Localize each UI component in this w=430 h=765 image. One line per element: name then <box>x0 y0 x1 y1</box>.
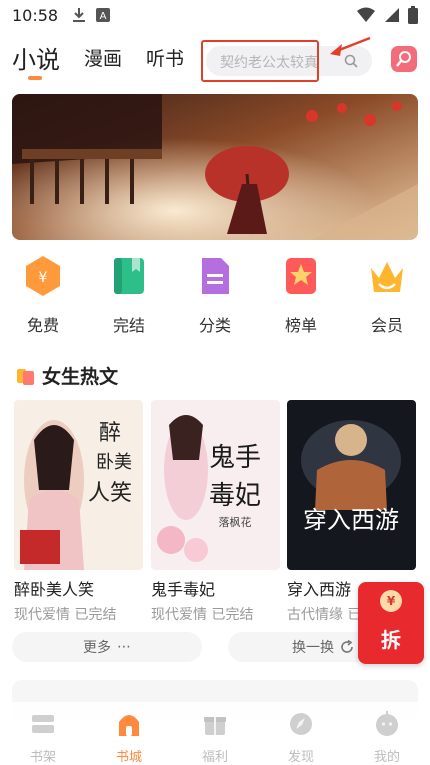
annotation-arrow-icon <box>330 36 371 56</box>
category-vip-label: 会员 <box>370 316 403 335</box>
cover-author: 落枫花 <box>219 515 252 529</box>
book-meta: 现代爱情 已完结 <box>14 607 117 623</box>
svg-text:卧美: 卧美 <box>96 452 132 473</box>
nav-mine[interactable]: 我的 <box>357 710 417 765</box>
promo-banner[interactable] <box>12 94 418 240</box>
refresh-label: 换一换 <box>292 640 334 656</box>
tab-audiobook[interactable]: 听书 <box>146 44 184 71</box>
coin-icon: ¥ <box>380 590 402 612</box>
svg-text:鬼手: 鬼手 <box>209 443 261 473</box>
nav-bookstore[interactable]: 书城 <box>99 710 159 765</box>
profile-icon <box>376 711 398 736</box>
document-icon <box>202 258 229 294</box>
download-icon <box>73 8 86 22</box>
svg-text:¥: ¥ <box>39 270 48 286</box>
gift-icon <box>204 717 226 735</box>
book-cover-art: 穿入西游 <box>287 400 416 570</box>
refresh-icon <box>341 640 353 653</box>
bookshelf-icon <box>32 715 54 733</box>
crown-icon <box>371 262 403 292</box>
nav-welfare-label: 福利 <box>201 750 228 765</box>
nav-bookshelf[interactable]: 书架 <box>13 710 73 765</box>
battery-icon <box>408 6 418 24</box>
more-ellipsis-icon: ⋯ <box>117 639 131 655</box>
book-card[interactable]: 鬼手 毒妃 落枫花 鬼手毒妃 现代爱情 已完结 <box>151 400 280 624</box>
status-time: 10:58 <box>12 5 59 25</box>
tab-comic[interactable]: 漫画 <box>84 44 122 71</box>
more-label: 更多 <box>83 640 111 656</box>
active-tab-indicator <box>28 76 42 80</box>
nav-discover[interactable]: 发现 <box>271 710 331 765</box>
svg-text:醉: 醉 <box>99 421 121 446</box>
nav-welfare[interactable]: 福利 <box>185 710 245 765</box>
category-ranking-label: 榜单 <box>284 316 317 335</box>
search-gift-icon <box>396 51 411 67</box>
bookstore-icon <box>119 715 139 736</box>
book-cover: 穿入西游 <box>287 400 416 570</box>
top-tab-bar: 小说 漫画 听书 契约老公太较真 <box>0 36 430 82</box>
svg-text:人笑: 人笑 <box>88 481 132 506</box>
section-title: 女生热文 <box>42 366 119 388</box>
category-free-label: 免费 <box>26 316 59 335</box>
category-classify[interactable]: 分类 <box>183 254 247 336</box>
book-title: 鬼手毒妃 <box>151 580 216 599</box>
category-free[interactable]: ¥ 免费 <box>11 254 75 336</box>
red-packet-label: 拆 <box>381 628 401 652</box>
app-notification-icon: A <box>96 8 111 22</box>
red-packet-button[interactable]: ¥ 拆 <box>358 582 424 664</box>
ranking-star-icon <box>286 258 316 294</box>
more-button[interactable]: 更多 ⋯ <box>12 632 202 662</box>
bottom-navigation: 书架 书城 福利 发现 我的 <box>0 702 430 765</box>
signal-icon <box>385 8 399 22</box>
annotation-highlight-box <box>201 40 319 82</box>
book-icon <box>114 258 144 294</box>
free-coin-icon: ¥ <box>26 256 60 296</box>
svg-text:A: A <box>100 11 107 22</box>
compass-icon <box>290 713 312 735</box>
category-classify-label: 分类 <box>198 316 231 335</box>
svg-text:毒妃: 毒妃 <box>209 481 261 511</box>
book-cover: 醉 卧美 人笑 <box>14 400 143 570</box>
category-vip[interactable]: 会员 <box>355 254 419 336</box>
book-cover-art: 醉 卧美 人笑 <box>14 400 143 570</box>
section-header: 女生热文 <box>16 362 118 389</box>
book-cover-art: 鬼手 毒妃 落枫花 <box>151 400 280 570</box>
svg-text:穿入西游: 穿入西游 <box>303 506 399 534</box>
book-cover: 鬼手 毒妃 落枫花 <box>151 400 280 570</box>
category-finished[interactable]: 完结 <box>97 254 161 336</box>
book-card[interactable]: 醉 卧美 人笑 醉卧美人笑 现代爱情 已完结 <box>14 400 143 624</box>
nav-discover-label: 发现 <box>287 750 314 765</box>
nav-bookstore-label: 书城 <box>115 750 142 765</box>
section-book-icon <box>17 368 34 385</box>
banner-illustration <box>12 94 418 240</box>
nav-mine-label: 我的 <box>373 750 400 765</box>
category-finished-label: 完结 <box>112 316 145 335</box>
sign-in-gift-button[interactable] <box>391 46 417 72</box>
status-bar: 10:58 A <box>0 0 430 30</box>
tab-novel[interactable]: 小说 <box>12 40 60 75</box>
category-shortcuts: ¥ 免费 完结 分类 榜单 会员 <box>0 254 430 344</box>
nav-bookshelf-label: 书架 <box>29 750 56 765</box>
wifi-icon <box>357 7 375 22</box>
book-title: 醉卧美人笑 <box>14 580 95 599</box>
book-meta: 现代爱情 已完结 <box>151 607 254 623</box>
category-ranking[interactable]: 榜单 <box>269 254 333 336</box>
